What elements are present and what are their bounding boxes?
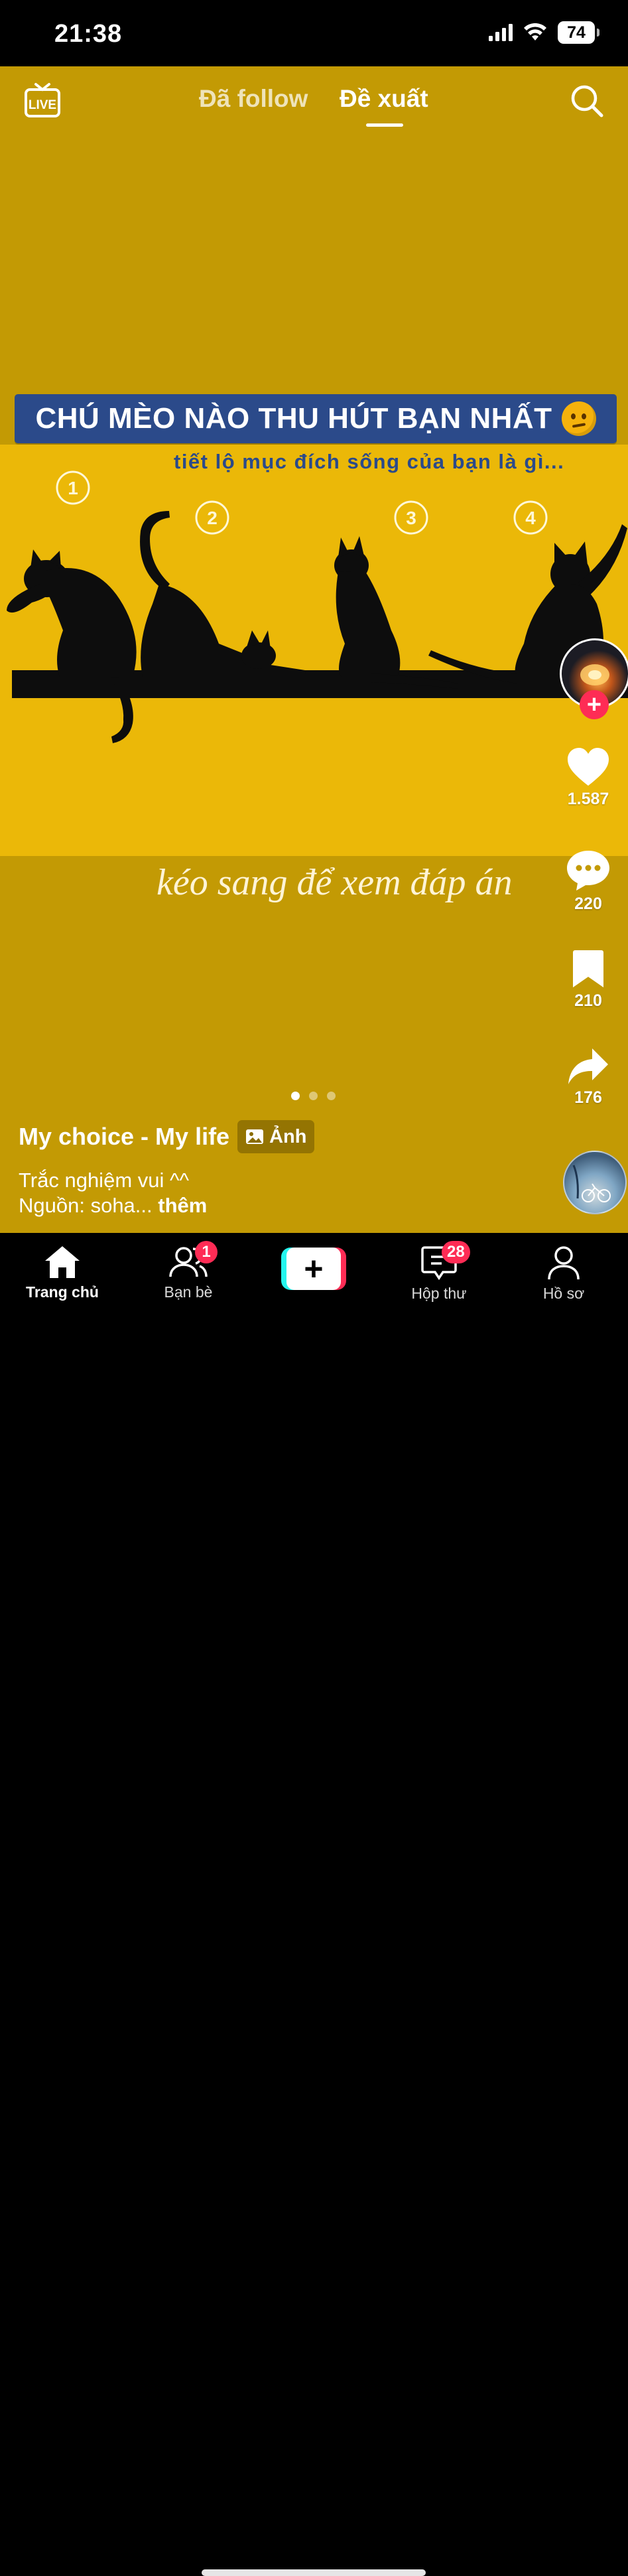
share-arrow-icon[interactable] xyxy=(567,1047,609,1086)
live-label: LIVE xyxy=(29,98,56,112)
tab-for-you[interactable]: Đề xuất xyxy=(340,85,428,113)
action-rail: + 1.587 220 210 176 xyxy=(548,66,628,1233)
author-name[interactable]: My choice - My life xyxy=(19,1123,229,1151)
caption-line: Nguồn: soha... thêm xyxy=(19,1193,207,1218)
tab-friends-label: Bạn bè xyxy=(164,1283,213,1301)
signal-icon xyxy=(489,24,513,41)
comment-count: 220 xyxy=(574,894,602,913)
slide-dot xyxy=(327,1092,336,1100)
heart-icon[interactable] xyxy=(566,747,610,787)
slide-indicator xyxy=(291,1092,336,1100)
status-time: 21:38 xyxy=(54,20,123,48)
photo-icon xyxy=(246,1129,264,1144)
tab-friends[interactable]: 1 Bạn bè xyxy=(135,1241,241,1301)
inbox-badge: 28 xyxy=(442,1241,470,1263)
cat-number-3: 3 xyxy=(406,508,416,528)
music-disc[interactable] xyxy=(563,1151,627,1214)
tab-profile-label: Hồ sơ xyxy=(542,1285,585,1302)
slide-dot xyxy=(291,1092,300,1100)
like-action[interactable]: 1.587 xyxy=(548,747,628,809)
battery-icon: 74 xyxy=(558,21,599,44)
cat-number-4: 4 xyxy=(525,508,536,528)
cat-number-2: 2 xyxy=(207,508,218,528)
tab-inbox[interactable]: 28 Hộp thư xyxy=(386,1241,492,1303)
active-tab-indicator xyxy=(366,123,403,127)
tab-inbox-label: Hộp thư xyxy=(411,1285,467,1302)
follow-button[interactable]: + xyxy=(580,690,609,719)
bookmark-icon[interactable] xyxy=(572,949,605,989)
caption-line: Trắc nghiệm vui ^^ xyxy=(19,1169,190,1192)
profile-icon[interactable] xyxy=(546,1245,581,1281)
photo-badge-label: Ảnh xyxy=(269,1125,307,1147)
bicycle-icon xyxy=(572,1165,611,1202)
swipe-hint: kéo sang để xem đáp án xyxy=(157,862,513,903)
slide-dot xyxy=(309,1092,318,1100)
post-author-row: My choice - My life Ảnh xyxy=(19,1120,315,1153)
save-action[interactable]: 210 xyxy=(548,949,628,1011)
friends-badge: 1 xyxy=(195,1241,218,1263)
tab-profile[interactable]: Hồ sơ xyxy=(511,1245,617,1303)
top-nav: LIVE Đã follow Đề xuất xyxy=(0,66,628,139)
wifi-icon xyxy=(524,23,546,40)
bottom-tab-bar: Trang chủ 1 Bạn bè + 28 Hộp thư Hồ sơ xyxy=(0,1233,628,2576)
feed-post[interactable]: LIVE Đã follow Đề xuất 1 2 3 4 CHÚ MÈO N… xyxy=(0,66,628,1233)
home-indicator xyxy=(202,2569,426,2576)
comment-action[interactable]: 220 xyxy=(548,849,628,914)
banner-title: CHÚ MÈO NÀO THU HÚT BẠN NHẤT xyxy=(35,402,552,435)
live-icon[interactable]: LIVE xyxy=(24,82,61,118)
save-count: 210 xyxy=(574,991,602,1010)
post-banner: CHÚ MÈO NÀO THU HÚT BẠN NHẤT xyxy=(15,394,617,443)
home-icon[interactable] xyxy=(44,1245,81,1279)
post-subtitle: tiết lộ mục đích sống của bạn là gì... xyxy=(174,450,565,473)
create-plus-icon: + xyxy=(286,1248,341,1290)
cat-number-1: 1 xyxy=(68,478,78,498)
caption-line-2: Nguồn: soha... xyxy=(19,1194,153,1217)
status-icons: 74 xyxy=(489,21,599,44)
share-count: 176 xyxy=(574,1088,602,1107)
tab-home[interactable]: Trang chủ xyxy=(9,1245,115,1301)
tab-following[interactable]: Đã follow xyxy=(199,85,308,113)
tab-home-label: Trang chủ xyxy=(26,1283,99,1301)
status-bar: 21:38 74 xyxy=(0,0,628,66)
share-action[interactable]: 176 xyxy=(548,1047,628,1108)
see-more-link[interactable]: thêm xyxy=(153,1194,207,1217)
create-button[interactable]: + xyxy=(281,1248,346,1290)
comment-icon[interactable] xyxy=(566,849,611,892)
photo-badge: Ảnh xyxy=(237,1120,315,1153)
like-count: 1.587 xyxy=(567,790,609,808)
post-caption[interactable]: Trắc nghiệm vui ^^ Nguồn: soha... thêm xyxy=(19,1168,207,1218)
